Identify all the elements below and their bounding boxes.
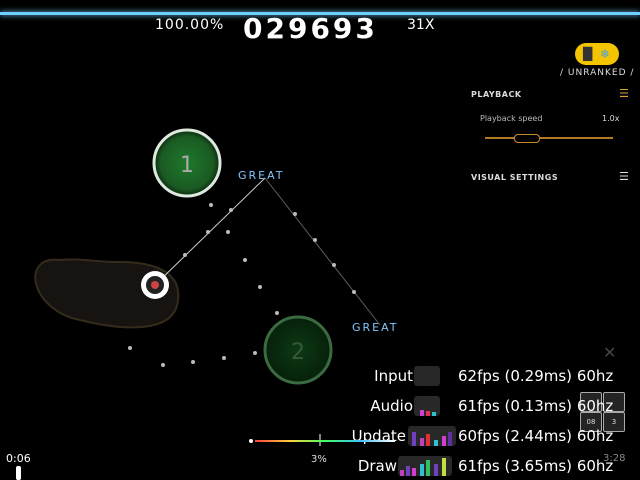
fps-label-input: Input <box>374 367 413 385</box>
playback-speed-slider[interactable] <box>485 137 613 139</box>
hit-circle-number: 1 <box>180 153 194 178</box>
close-icon[interactable]: ✕ <box>603 343 616 362</box>
fps-label-update: Update <box>351 427 406 445</box>
playback-speed-value: 1.0x <box>602 114 620 123</box>
fps-row-update: 60fps (2.44ms) 60hz <box>458 427 613 445</box>
cursor <box>141 271 169 299</box>
frame-time: (0.13ms) <box>504 397 573 415</box>
fps-graph-audio <box>414 396 440 416</box>
fps-row-draw: 61fps (3.65ms) 60hz <box>458 457 613 475</box>
visual-settings-menu-icon[interactable]: ☰ <box>619 170 629 183</box>
song-progress-handle[interactable] <box>15 466 21 480</box>
fps-graph-input <box>414 366 440 386</box>
playback-speed-slider-thumb[interactable] <box>513 134 540 143</box>
refresh-rate: 60hz <box>576 427 614 445</box>
frame-time: (0.29ms) <box>504 367 573 385</box>
frame-time: (2.44ms) <box>504 427 573 445</box>
fps-value: 60fps <box>458 427 500 445</box>
refresh-rate: 60hz <box>576 397 614 415</box>
follow-line <box>154 177 266 286</box>
fps-value: 61fps <box>458 397 500 415</box>
ranked-status-label: / UNRANKED / <box>560 68 635 78</box>
frame-time: (3.65ms) <box>504 457 573 475</box>
fps-value: 61fps <box>458 457 500 475</box>
playback-menu-icon[interactable]: ☰ <box>619 87 629 100</box>
timing-dot <box>249 439 253 443</box>
playback-section-title: PLAYBACK <box>471 90 522 99</box>
song-elapsed-time: 0:06 <box>6 452 31 465</box>
hit-error-meter <box>255 440 395 442</box>
fps-row-audio: 61fps (0.13ms) 60hz <box>458 397 613 415</box>
song-remaining-time: 3:28 <box>603 453 626 464</box>
combo-counter: 31X <box>407 17 435 33</box>
song-progress-percent: 3% <box>311 454 327 465</box>
hit-circle-1[interactable]: 1 <box>152 128 222 198</box>
follow-line <box>264 177 381 326</box>
refresh-rate: 60hz <box>576 367 614 385</box>
fps-graph-update <box>408 426 456 446</box>
fps-row-input: 62fps (0.29ms) 60hz <box>458 367 613 385</box>
fps-label-audio: Audio <box>370 397 413 415</box>
judgement-great: GREAT <box>238 169 285 182</box>
accuracy-display: 100.00% <box>155 17 225 33</box>
hit-circle-2[interactable]: 2 <box>263 315 333 385</box>
fps-graph-draw <box>398 456 452 476</box>
playback-speed-label: Playback speed <box>480 114 543 123</box>
judgement-great: GREAT <box>352 321 399 334</box>
hit-circle-number: 2 <box>291 340 305 365</box>
visual-settings-section-title: VISUAL SETTINGS <box>471 173 559 182</box>
score-display: 029693 <box>243 12 378 45</box>
fps-label-draw: Draw <box>357 457 397 475</box>
fps-value: 62fps <box>458 367 500 385</box>
unranked-badge-icon: █ ❄ <box>575 43 619 65</box>
